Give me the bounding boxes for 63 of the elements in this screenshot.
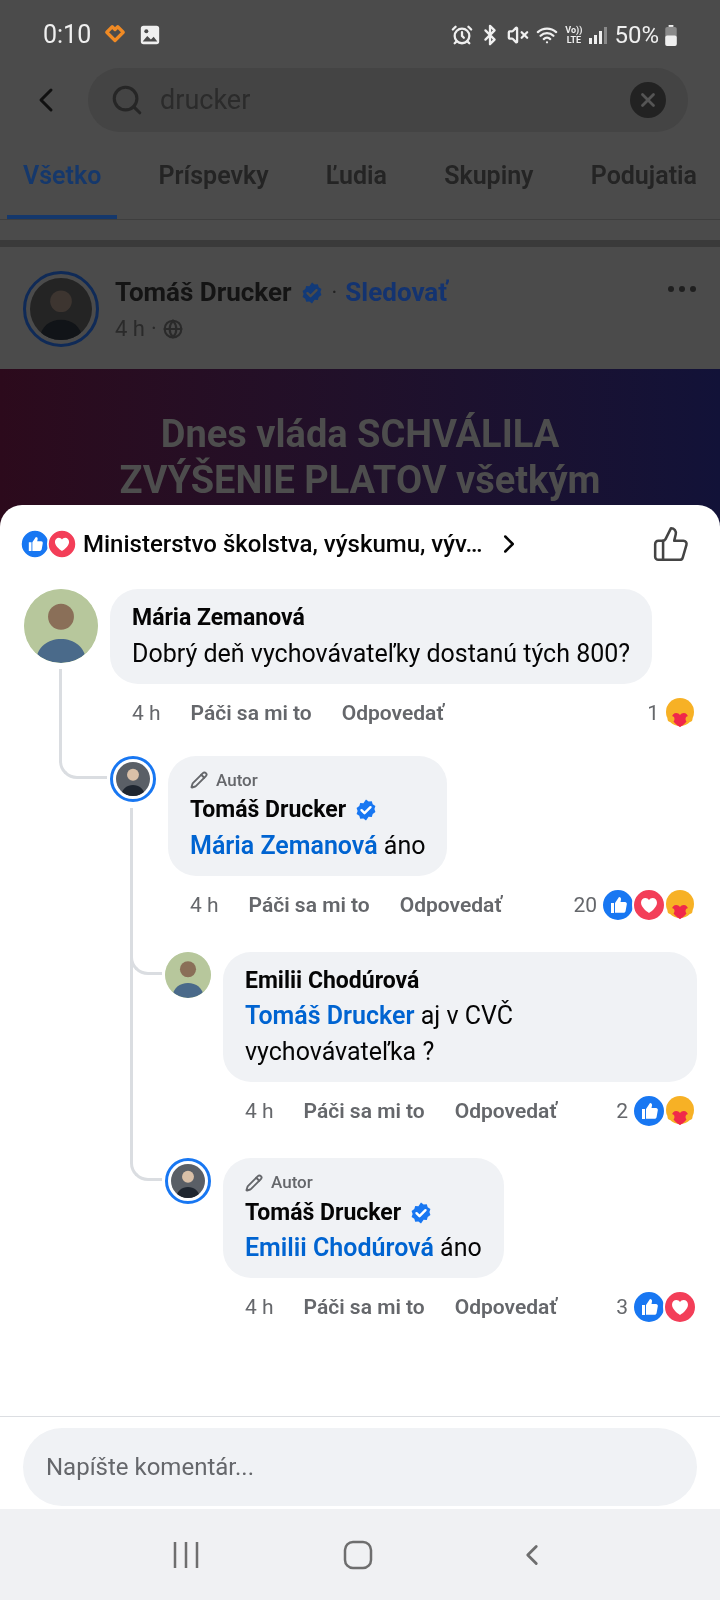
mention-link[interactable]: Mária Zemanová — [190, 830, 378, 860]
like-link[interactable]: Páči sa mi to — [190, 693, 312, 732]
comment-time: 4 h — [190, 891, 219, 919]
headline-text: Dnes vláda SCHVÁLILA — [160, 411, 560, 457]
pencil-icon — [190, 771, 208, 790]
hug-reaction-icon — [663, 887, 697, 922]
like-link[interactable]: Páči sa mi to — [303, 1288, 425, 1326]
clock-time: 0:10 — [43, 19, 92, 52]
comment-text: Dobrý deň vychovávateľky dostanú tých 800? — [132, 637, 631, 670]
like-reaction-icon — [632, 1094, 666, 1128]
comment-text: Mária Zemanová áno — [190, 829, 426, 862]
heart-reaction-icon — [632, 887, 666, 922]
reply-link[interactable]: Odpovedať — [454, 1288, 557, 1326]
heart-reaction-icon — [47, 529, 77, 559]
hug-reaction-icon — [663, 1094, 697, 1128]
mention-link[interactable]: Emilii Chodúrová — [245, 1233, 434, 1262]
comment-author[interactable]: Mária Zemanová — [132, 601, 305, 636]
pencil-icon — [245, 1173, 263, 1192]
like-reaction-icon — [601, 887, 635, 922]
reaction-count: 1 — [647, 699, 659, 727]
comment-time: 4 h — [245, 1098, 274, 1125]
mention-link[interactable]: Tomáš Drucker — [245, 1001, 415, 1030]
comment-text: Tomáš Drucker aj v CVČ vychovávateľka ? — [245, 999, 515, 1068]
recent-apps-icon[interactable] — [171, 1539, 201, 1570]
volte-indicator: Vo)) LTE — [565, 25, 583, 45]
avatar[interactable] — [165, 1158, 211, 1204]
reactions-title[interactable]: Ministerstvo školstva, výskumu, výv… — [83, 526, 483, 562]
avatar[interactable] — [110, 755, 156, 802]
comment-author[interactable]: Emilii Chodúrová — [245, 963, 420, 998]
like-icon[interactable] — [652, 525, 690, 563]
battery-percent: 50% — [614, 20, 659, 51]
globe-icon — [162, 318, 183, 339]
comment-text: Emilii Chodúrová áno — [245, 1232, 482, 1264]
author-label: Autor — [216, 768, 258, 792]
alarm-icon — [451, 24, 474, 46]
reply-link[interactable]: Odpovedať — [454, 1092, 557, 1130]
separator: · — [331, 279, 338, 307]
reaction-count: 2 — [616, 1098, 628, 1125]
image-icon — [139, 24, 162, 46]
comment-author[interactable]: Tomáš Drucker — [190, 793, 347, 828]
comment-time: 4 h — [132, 699, 161, 727]
reaction-count: 3 — [616, 1294, 628, 1321]
heart-reaction-icon — [663, 1290, 697, 1324]
headline-text: ZVÝŠENIE PLATOV všetkým — [119, 457, 601, 503]
comment-author[interactable]: Tomáš Drucker — [245, 1195, 402, 1230]
signal-icon — [588, 25, 609, 45]
reply-link[interactable]: Odpovedať — [341, 693, 444, 732]
like-link[interactable]: Páči sa mi to — [303, 1092, 425, 1130]
like-link[interactable]: Páči sa mi to — [248, 885, 370, 924]
like-reaction-icon — [632, 1290, 666, 1324]
like-reaction-icon — [20, 529, 50, 559]
separator: · — [150, 315, 157, 343]
search-icon — [110, 83, 144, 117]
battery-icon — [665, 24, 677, 46]
comment-time: 4 h — [245, 1294, 274, 1321]
reaction-count: 20 — [573, 891, 597, 919]
mute-icon — [507, 24, 530, 46]
wifi-icon — [535, 24, 560, 46]
hug-reaction-icon — [663, 695, 697, 730]
reply-link[interactable]: Odpovedať — [399, 885, 502, 924]
comment-field[interactable]: Napíšte komentár... — [23, 1428, 697, 1506]
author-label: Autor — [271, 1171, 313, 1194]
home-icon[interactable] — [343, 1539, 373, 1570]
